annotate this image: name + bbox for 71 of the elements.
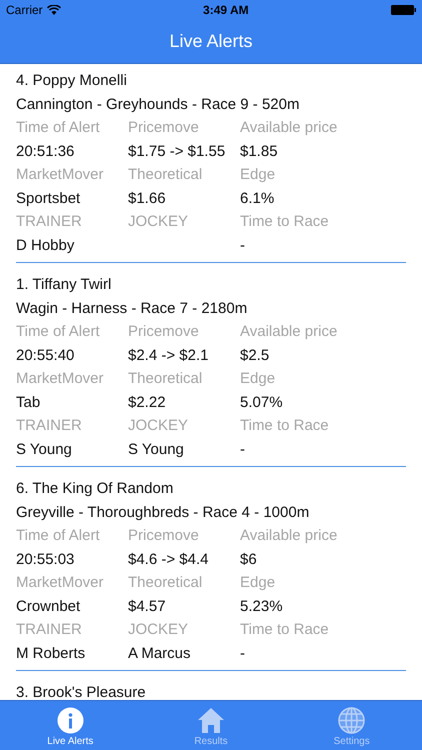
field-value: Crownbet: [16, 598, 80, 614]
field-label: Theoretical: [128, 574, 202, 591]
field-label: Available price: [240, 119, 338, 136]
runner-name: 3. Brook's Pleasure: [16, 683, 147, 700]
tab-bar-item[interactable]: Settings: [281, 701, 422, 750]
home-icon: [197, 707, 225, 734]
field-label: Time to Race: [240, 213, 329, 230]
field-label: Edge: [240, 370, 276, 387]
field-label: Available price: [240, 527, 338, 544]
tab-bar-item[interactable]: Live Alerts: [0, 701, 141, 750]
field-label: Available price: [240, 323, 338, 340]
field-label: Pricemove: [128, 323, 199, 340]
field-value: 5.07%: [240, 394, 283, 410]
field-label: Time of Alert: [16, 119, 100, 136]
race-info: Greyville - Thoroughbreds - Race 4 - 1000m: [16, 502, 310, 522]
field-value: M Roberts: [16, 644, 86, 662]
field-label: TRAINER: [16, 417, 82, 434]
wifi-icon: [46, 5, 61, 15]
runner-name: 6. The King Of Random: [16, 479, 174, 499]
field-value: $2.22: [128, 394, 166, 410]
field-value: $1.75 -> $1.55: [128, 142, 226, 160]
nav-title: Live Alerts: [169, 31, 253, 52]
field-value: S Young: [128, 440, 184, 458]
field-value: $1.66: [128, 190, 166, 206]
field-label: Time of Alert: [16, 323, 100, 340]
field-label: Pricemove: [128, 527, 199, 544]
field-label: Edge: [240, 166, 276, 183]
field-value: $4.6 -> $4.4: [128, 550, 208, 568]
field-value: 20:55:03: [16, 550, 74, 568]
field-value: Tab: [16, 394, 40, 410]
field-label: Theoretical: [128, 166, 202, 183]
field-value: $4.57: [128, 598, 166, 614]
field-label: Time of Alert: [16, 527, 100, 544]
field-label: Time to Race: [240, 621, 329, 638]
field-label: JOCKEY: [128, 621, 188, 638]
field-label: TRAINER: [16, 213, 82, 230]
carrier-label: Carrier: [6, 3, 43, 17]
field-label: Edge: [240, 574, 276, 591]
field-value: $6: [240, 550, 257, 568]
field-label: Time to Race: [240, 417, 329, 434]
field-value: -: [240, 644, 245, 662]
field-label: JOCKEY: [128, 213, 188, 230]
info-icon: [56, 707, 84, 734]
runner-name: 1. Tiffany Twirl: [16, 275, 112, 295]
runner-name: 4. Poppy Monelli: [16, 71, 128, 91]
field-label: MarketMover: [16, 370, 104, 387]
race-info: Wagin - Harness - Race 7 - 2180m: [16, 298, 248, 318]
field-label: Theoretical: [128, 370, 202, 387]
field-value: 5.23%: [240, 598, 283, 614]
field-label: JOCKEY: [128, 417, 188, 434]
tab-bar-item[interactable]: Results: [140, 701, 282, 750]
field-value: $1.85: [240, 142, 278, 160]
field-label: TRAINER: [16, 621, 82, 638]
field-label: MarketMover: [16, 574, 104, 591]
field-value: 20:51:36: [16, 142, 74, 160]
field-value: 6.1%: [240, 190, 274, 206]
field-value: A Marcus: [128, 644, 191, 662]
field-value: Sportsbet: [16, 190, 80, 206]
field-label: Pricemove: [128, 119, 199, 136]
field-value: $2.4 -> $2.1: [128, 346, 208, 364]
globe-icon: [338, 707, 366, 734]
field-value: -: [240, 440, 245, 458]
field-value: S Young: [16, 440, 72, 458]
field-value: 20:55:40: [16, 346, 74, 364]
race-info: Cannington - Greyhounds - Race 9 - 520m: [16, 94, 300, 114]
field-value: -: [240, 236, 245, 254]
status-time: 3:49 AM: [203, 3, 249, 17]
field-value: D Hobby: [16, 236, 74, 254]
battery-icon: [391, 5, 416, 15]
field-label: MarketMover: [16, 166, 104, 183]
field-value: $2.5: [240, 346, 270, 364]
